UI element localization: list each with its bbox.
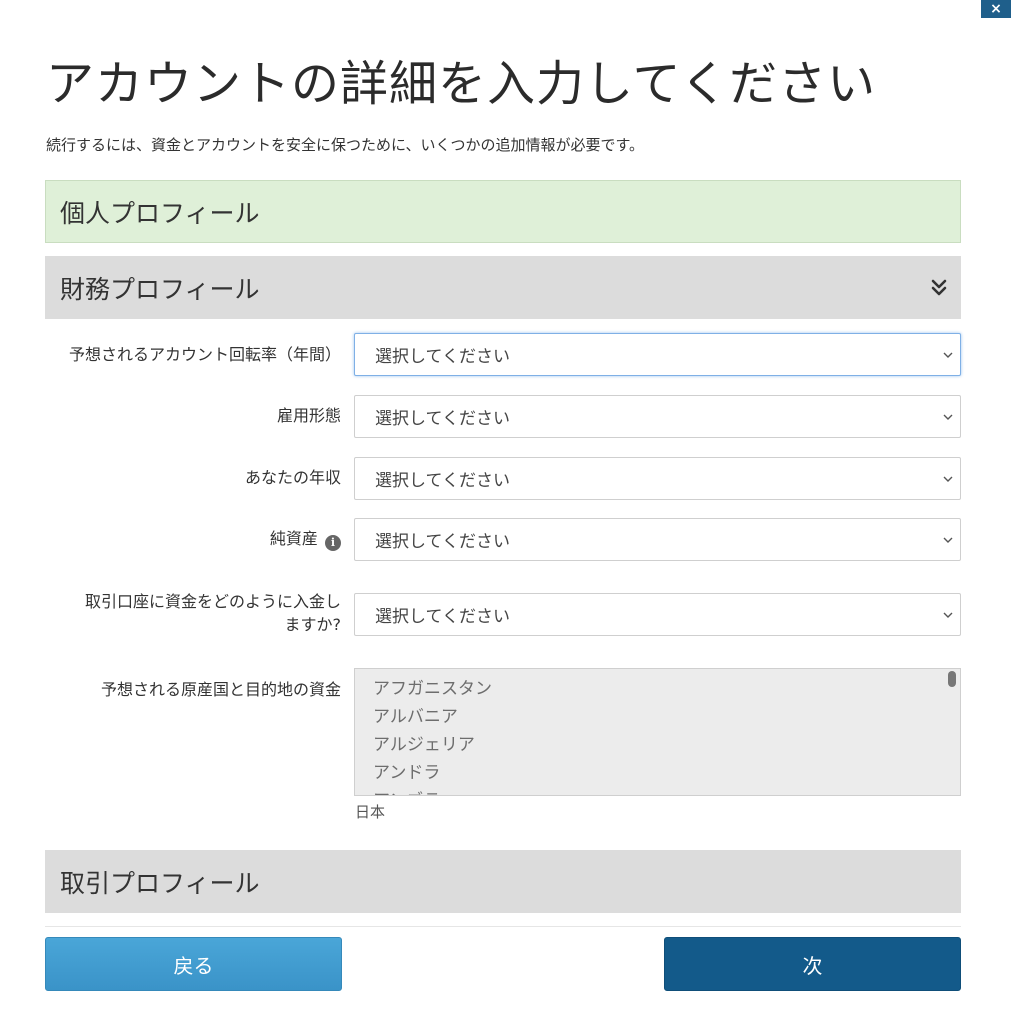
net-worth-label: 純資産 i [41,527,341,551]
income-select[interactable]: 選択してください [354,457,961,500]
chevron-down-icon [943,352,953,358]
net-worth-select-value: 選択してください [375,532,510,552]
net-worth-select[interactable]: 選択してください [354,518,961,561]
info-icon[interactable]: i [325,535,341,551]
funding-select[interactable]: 選択してください [354,593,961,636]
next-button-label: 次 [802,953,823,978]
chevron-down-icon [943,414,953,420]
section-financial-profile-label: 財務プロフィール [60,274,260,304]
country-option[interactable]: アルバニア [373,703,960,731]
chevron-down-icon [943,537,953,543]
turnover-select-value: 選択してください [375,347,510,367]
employment-select-value: 選択してください [375,409,510,429]
countries-label-text: 予想される原産国と目的地の資金 [100,680,341,699]
country-option[interactable]: アンドラ [373,759,960,787]
footer-divider [45,926,961,927]
employment-select[interactable]: 選択してください [354,395,961,438]
page-subtitle: 続行するには、資金とアカウントを安全に保つために、いくつかの追加情報が必要です。 [46,136,645,154]
section-personal-profile-label: 個人プロフィール [60,198,260,228]
section-financial-profile[interactable]: 財務プロフィール [45,256,961,319]
close-icon: × [990,1,1002,17]
country-option[interactable]: アルジェリア [373,731,960,759]
income-label-text: あなたの年収 [244,468,341,487]
employment-label: 雇用形態 [41,404,341,427]
countries-hint: 日本 [355,803,386,821]
funding-label-line1: 取引口座に資金をどのように入金し [84,592,341,611]
country-option[interactable]: アンゴラ [373,787,960,795]
countries-label: 予想される原産国と目的地の資金 [41,678,341,701]
income-select-value: 選択してください [375,471,510,491]
employment-label-text: 雇用形態 [276,406,341,425]
page-title: アカウントの詳細を入力してください [46,56,877,112]
funding-select-value: 選択してください [375,607,510,627]
country-option[interactable]: アフガニスタン [373,675,960,703]
double-chevron-down-icon[interactable] [928,277,950,299]
turnover-label-text: 予想されるアカウント回転率（年間） [68,345,341,364]
funding-label-line2: ますか? [284,615,342,634]
section-personal-profile[interactable]: 個人プロフィール [45,180,961,243]
section-trading-profile[interactable]: 取引プロフィール [45,850,961,913]
back-button-label: 戻る [173,953,214,978]
back-button[interactable]: 戻る [45,937,342,991]
chevron-down-icon [943,476,953,482]
scrollbar-thumb[interactable] [948,671,956,687]
close-button[interactable]: × [981,0,1011,18]
countries-multiselect[interactable]: アフガニスタン アルバニア アルジェリア アンドラ アンゴラ [354,668,961,796]
chevron-down-icon [943,612,953,618]
funding-label: 取引口座に資金をどのように入金し ますか? [41,590,341,636]
turnover-label: 予想されるアカウント回転率（年間） [41,343,341,366]
section-trading-profile-label: 取引プロフィール [60,868,260,898]
next-button[interactable]: 次 [664,937,961,991]
income-label: あなたの年収 [41,466,341,489]
turnover-select[interactable]: 選択してください [354,333,961,376]
net-worth-label-text: 純資産 [269,529,318,548]
